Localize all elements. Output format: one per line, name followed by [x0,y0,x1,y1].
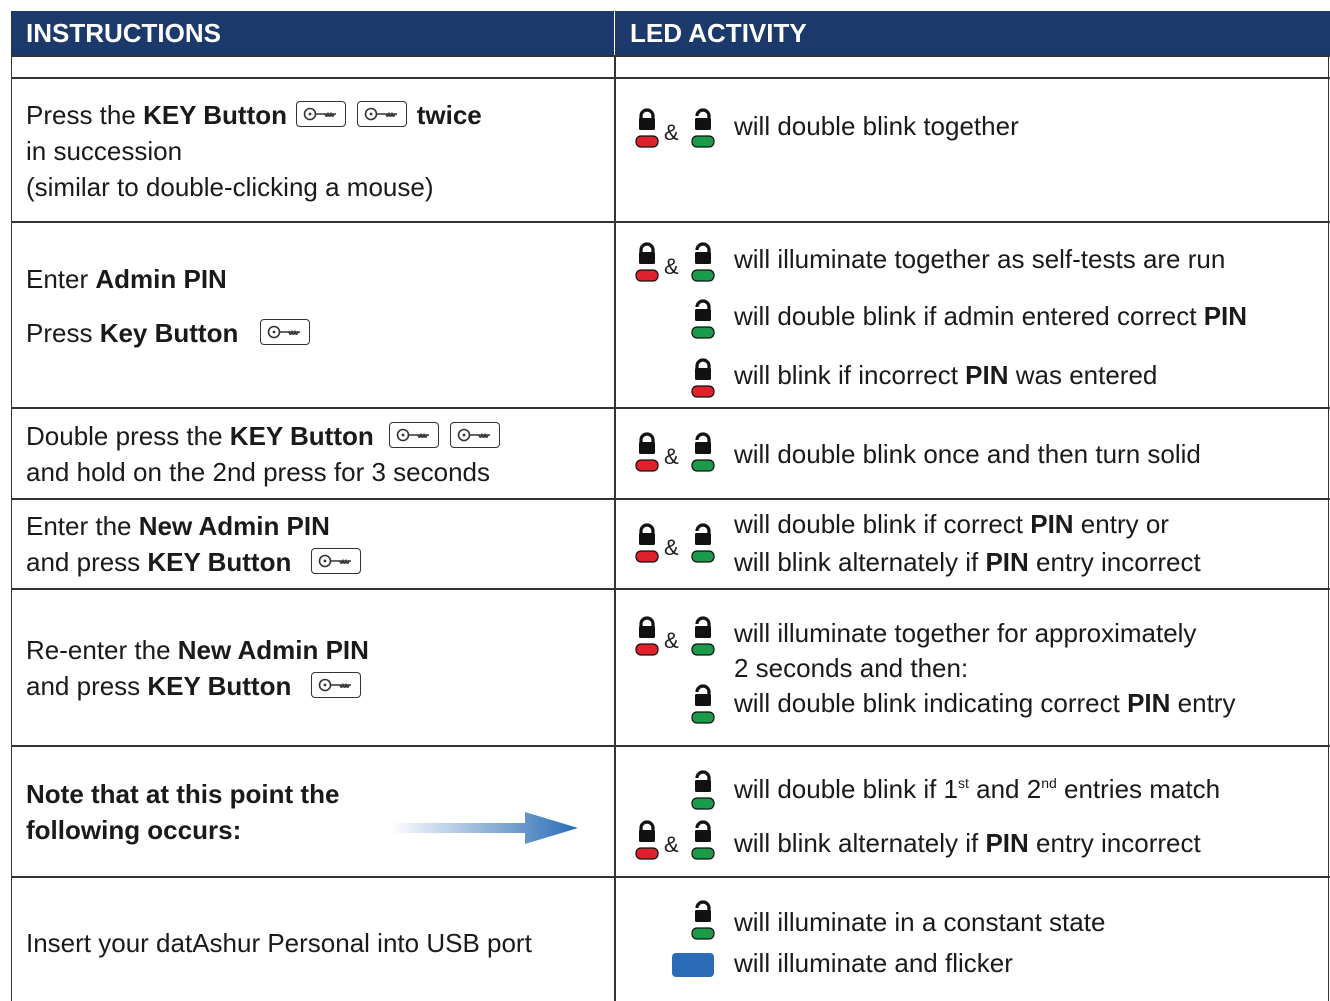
green-unlock-led-icon [690,770,716,814]
column-divider [614,55,616,1001]
key-button-icon [450,422,501,448]
row-divider [12,745,1330,747]
green-unlock-led-icon [690,900,716,944]
red-lock-led-icon [690,358,716,402]
red-lock-led-icon [634,432,660,476]
green-unlock-led-icon [690,820,716,864]
green-unlock-led-icon [690,242,716,286]
row5-instruction: Re-enter the New Admin PIN and press KEY… [26,635,369,701]
row2-instruction: Enter Admin PIN [26,264,227,294]
arrow-right-icon [390,812,578,844]
green-unlock-led-icon [690,523,716,567]
row4-instruction: Enter the New Admin PIN and press KEY Bu… [26,508,363,580]
red-lock-led-icon [634,242,660,286]
row-divider [12,55,1330,57]
row-divider [12,876,1330,878]
red-lock-led-icon [634,523,660,567]
row-divider [12,221,1330,223]
red-lock-led-icon [634,820,660,864]
row3-instruction: Double press the KEY Button and hold on … [26,418,502,490]
key-button-icon [310,672,361,698]
red-lock-led-icon [634,616,660,660]
row-divider [12,498,1330,500]
header-instructions: INSTRUCTIONS [12,11,614,55]
header-led-activity: LED ACTIVITY [614,11,1330,55]
row-divider [12,588,1330,590]
row-divider [12,407,1330,409]
red-lock-led-icon [634,108,660,152]
row1-instruction: Press the KEY Button twice in succession… [26,100,482,202]
green-unlock-led-icon [690,684,716,728]
key-button-icon [259,319,310,345]
green-unlock-led-icon [690,108,716,152]
key-button-icon [388,422,439,448]
row7-instruction: Insert your datAshur Personal into USB p… [26,928,532,958]
green-unlock-led-icon [690,432,716,476]
green-unlock-led-icon [690,299,716,343]
key-button-icon [310,548,361,574]
row6-note: Note that at this point the following oc… [26,779,340,845]
green-unlock-led-icon [690,616,716,660]
key-button-icon [296,101,347,127]
key-button-icon [357,101,408,127]
row-divider [12,77,1330,79]
row2-instruction-press: Press Key Button [26,315,312,351]
blue-led-indicator [672,953,714,977]
